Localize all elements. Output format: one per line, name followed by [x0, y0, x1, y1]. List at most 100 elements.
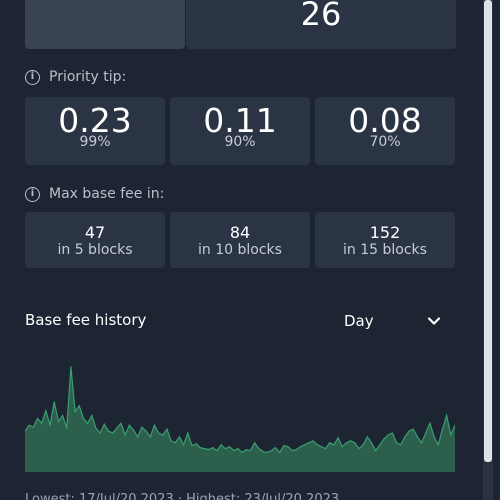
data-point [116, 427, 118, 429]
data-point [249, 449, 252, 452]
data-point [137, 436, 139, 438]
data-point [450, 434, 452, 436]
data-point [124, 434, 126, 436]
gas-option-card-selected[interactable] [25, 0, 185, 49]
data-point [441, 428, 444, 430]
info-icon[interactable]: i [25, 69, 40, 85]
data-point [400, 444, 402, 446]
data-point [329, 442, 331, 444]
data-point [45, 410, 47, 412]
data-point [132, 429, 135, 431]
data-point [112, 432, 114, 434]
priority-tip-card-low[interactable]: 0.08 70% [315, 97, 455, 165]
data-point [324, 448, 327, 450]
data-point [350, 440, 352, 442]
max-base-fee-text: Max base fee in: [49, 186, 165, 202]
data-point [412, 428, 414, 430]
data-point [220, 444, 222, 446]
data-point [82, 417, 85, 420]
data-point [212, 447, 214, 449]
max-base-fee-value: 47 [84, 223, 106, 242]
data-point [241, 451, 243, 454]
data-point [149, 436, 151, 438]
data-point [191, 445, 193, 447]
data-point [391, 432, 393, 434]
max-base-fee-label: i Max base fee in: [25, 186, 164, 202]
data-point [120, 422, 122, 424]
data-point [437, 444, 439, 446]
info-icon[interactable]: i [25, 186, 40, 202]
data-point [262, 450, 264, 453]
data-point [295, 449, 297, 451]
data-point [270, 449, 272, 452]
data-point [429, 422, 431, 424]
data-point [312, 440, 314, 442]
priority-tip-text: Priority tip: [49, 69, 127, 85]
data-point [128, 424, 130, 426]
data-point [387, 434, 389, 436]
priority-tip-percent: 70% [369, 134, 401, 150]
data-point [157, 432, 160, 434]
data-point [404, 436, 406, 438]
data-point [354, 442, 356, 444]
data-point [166, 428, 168, 430]
max-base-fee-card-15[interactable]: 152 in 15 blocks [315, 212, 455, 268]
data-point [345, 442, 348, 444]
data-point [299, 446, 302, 448]
data-point [370, 442, 373, 444]
data-point [95, 427, 97, 429]
data-point [87, 422, 89, 424]
max-base-fee-card-5[interactable]: 47 in 5 blocks [25, 212, 165, 268]
data-point [107, 430, 110, 432]
base-fee-history-title: Base fee history [25, 311, 147, 329]
data-point [203, 448, 206, 450]
data-point [395, 442, 398, 444]
data-point [41, 422, 43, 424]
gas-option-card[interactable]: 26 [186, 0, 456, 49]
data-point [145, 430, 147, 432]
data-point [379, 444, 381, 446]
data-point [366, 436, 368, 438]
data-point [57, 420, 60, 422]
data-point [408, 430, 410, 432]
data-point [183, 444, 185, 446]
data-point [383, 438, 385, 440]
gas-value: 26 [300, 0, 342, 33]
data-point [433, 436, 435, 438]
data-point [36, 417, 39, 420]
time-range-dropdown[interactable]: Day [330, 305, 455, 337]
priority-tip-card-medium[interactable]: 0.11 90% [170, 97, 310, 165]
data-point [258, 448, 260, 450]
data-point [78, 405, 80, 407]
data-point [224, 448, 226, 450]
data-point [446, 414, 448, 417]
data-point [425, 432, 427, 434]
max-base-fee-blocks: in 15 blocks [343, 242, 427, 258]
priority-tip-card-high[interactable]: 0.23 99% [25, 97, 165, 165]
data-point [103, 423, 105, 425]
data-point [28, 424, 30, 426]
priority-tip-percent: 90% [224, 134, 256, 150]
data-point [279, 451, 281, 454]
scrollbar-thumb[interactable] [484, 0, 492, 462]
time-range-value: Day [344, 312, 374, 330]
base-fee-history-chart [25, 366, 455, 472]
data-point [287, 446, 289, 448]
max-base-fee-blocks: in 5 blocks [57, 242, 133, 258]
data-point [162, 434, 164, 436]
data-point [245, 449, 247, 451]
max-base-fee-blocks: in 10 blocks [198, 242, 282, 258]
data-point [320, 446, 323, 448]
max-base-fee-card-10[interactable]: 84 in 10 blocks [170, 212, 310, 268]
data-point [341, 446, 343, 448]
data-point [291, 449, 293, 452]
priority-tip-label: i Priority tip: [25, 69, 126, 85]
data-point [49, 424, 51, 426]
data-point [174, 442, 176, 444]
data-point [195, 443, 197, 445]
data-point [199, 447, 201, 449]
data-point [421, 442, 423, 444]
data-point [66, 427, 68, 429]
data-point [216, 449, 218, 452]
data-point [358, 448, 360, 450]
